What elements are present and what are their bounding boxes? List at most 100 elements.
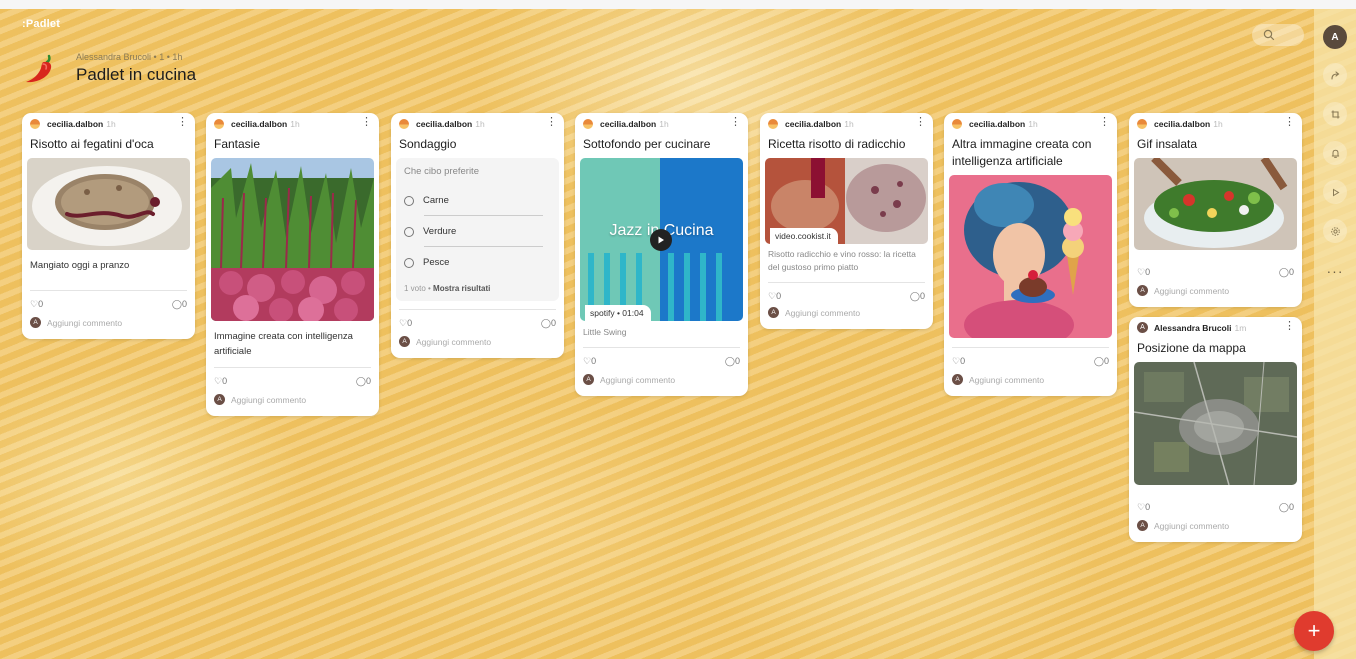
track-name: Little Swing xyxy=(583,327,627,337)
post-menu-icon[interactable]: ⋮ xyxy=(1284,321,1295,332)
add-comment[interactable]: A Aggiungi commento xyxy=(206,394,379,416)
author-avatar xyxy=(214,119,224,129)
commenter-avatar: A xyxy=(30,317,41,328)
comment-count-button[interactable]: ◯0 xyxy=(1094,356,1109,367)
post-title: Fantasie xyxy=(214,137,261,151)
like-button[interactable]: ♡0 xyxy=(214,376,227,387)
padlet-logo[interactable]: :Padlet xyxy=(22,18,60,30)
post-menu-icon[interactable]: ⋮ xyxy=(361,117,372,128)
like-button[interactable]: ♡0 xyxy=(1137,502,1150,513)
post-header: cecilia.dalbon 1h ⋮ xyxy=(575,113,748,133)
right-toolbar: A ··· xyxy=(1314,9,1356,659)
comment-count: 0 xyxy=(1103,356,1109,366)
like-button[interactable]: ♡0 xyxy=(768,291,781,302)
post-menu-icon[interactable]: ⋮ xyxy=(730,117,741,128)
add-post-button[interactable]: + xyxy=(1294,611,1334,651)
commenter-avatar: A xyxy=(1137,520,1148,531)
play-icon xyxy=(1332,188,1339,196)
post-stats: ♡0 ◯0 xyxy=(575,348,748,374)
add-comment[interactable]: A Aggiungi commento xyxy=(575,374,748,396)
settings-button[interactable] xyxy=(1323,219,1347,243)
author-name: cecilia.dalbon xyxy=(47,119,104,129)
add-comment-label: Aggiungi commento xyxy=(1154,286,1230,296)
comment-count-button[interactable]: ◯0 xyxy=(172,299,187,310)
post-stats: ♡0 ◯0 xyxy=(760,283,933,307)
add-comment[interactable]: A Aggiungi commento xyxy=(944,374,1117,396)
post-title: Risotto ai fegatini d'oca xyxy=(30,137,154,151)
add-comment[interactable]: A Aggiungi commento xyxy=(1129,520,1302,542)
post-header: cecilia.dalbon 1h ⋮ xyxy=(944,113,1117,133)
comment-count-button[interactable]: ◯0 xyxy=(1279,502,1294,513)
post-card[interactable]: cecilia.dalbon 1h ⋮ Gif insalata ♡0 ◯0 AA… xyxy=(1129,113,1302,307)
comment-count-button[interactable]: ◯0 xyxy=(541,318,556,329)
show-results-link[interactable]: Mostra risultati xyxy=(433,284,490,293)
post-title: Sottofondo per cucinare xyxy=(583,137,711,151)
post-menu-icon[interactable]: ⋮ xyxy=(1284,117,1295,128)
post-menu-icon[interactable]: ⋮ xyxy=(177,117,188,128)
author-name: cecilia.dalbon xyxy=(1154,119,1211,129)
like-count: 0 xyxy=(776,291,782,301)
post-menu-icon[interactable]: ⋮ xyxy=(1099,117,1110,128)
post-card[interactable]: cecilia.dalbon 1h ⋮ Altra immagine creata… xyxy=(944,113,1117,396)
bell-icon xyxy=(1331,149,1339,158)
poll-question: Che cibo preferite xyxy=(404,166,479,177)
like-count: 0 xyxy=(1145,267,1151,277)
add-comment[interactable]: A Aggiungi commento xyxy=(22,317,195,339)
source-pill: spotify • 01:04 xyxy=(585,305,651,321)
remake-icon xyxy=(1331,110,1339,118)
more-button[interactable]: ··· xyxy=(1323,259,1347,283)
post-image[interactable] xyxy=(949,175,1112,338)
post-card[interactable]: cecilia.dalbon 1h ⋮ Ricetta risotto di ra… xyxy=(760,113,933,329)
comment-count: 0 xyxy=(734,356,740,366)
post-card[interactable]: cecilia.dalbon 1h ⋮ Sondaggio Che cibo pr… xyxy=(391,113,564,358)
add-comment-label: Aggiungi commento xyxy=(600,375,676,385)
post-stats: ♡0 ◯0 xyxy=(22,291,195,317)
post-time: 1m xyxy=(1234,323,1247,333)
like-button[interactable]: ♡0 xyxy=(399,318,412,329)
add-comment-label: Aggiungi commento xyxy=(785,308,861,318)
comment-count-button[interactable]: ◯0 xyxy=(910,291,925,302)
post-gif[interactable] xyxy=(1134,158,1297,250)
post-image[interactable] xyxy=(27,158,190,250)
poll-option[interactable]: Verdure xyxy=(404,216,551,247)
link-preview[interactable]: video.cookist.it xyxy=(765,158,928,244)
salad-gif xyxy=(1134,158,1297,250)
account-avatar[interactable]: A xyxy=(1323,25,1347,49)
add-comment[interactable]: A Aggiungi commento xyxy=(760,307,933,329)
map-embed[interactable] xyxy=(1134,362,1297,485)
like-button[interactable]: ♡0 xyxy=(952,356,965,367)
post-card[interactable]: cecilia.dalbon 1h ⋮ Risotto ai fegatini d… xyxy=(22,113,195,339)
post-menu-icon[interactable]: ⋮ xyxy=(546,117,557,128)
post-card[interactable]: cecilia.dalbon 1h ⋮ Fantasie Immagine cre… xyxy=(206,113,379,416)
comment-count-button[interactable]: ◯0 xyxy=(1279,267,1294,278)
post-menu-icon[interactable]: ⋮ xyxy=(915,117,926,128)
like-button[interactable]: ♡0 xyxy=(1137,267,1150,278)
post-image[interactable] xyxy=(211,158,374,321)
post-header: cecilia.dalbon 1h ⋮ xyxy=(1129,113,1302,133)
post-stats: ♡0 ◯0 xyxy=(944,348,1117,374)
author-avatar xyxy=(768,119,778,129)
like-button[interactable]: ♡0 xyxy=(30,299,43,310)
like-count: 0 xyxy=(38,299,44,309)
poll-option[interactable]: Carne xyxy=(404,185,551,216)
remake-button[interactable] xyxy=(1323,102,1347,126)
poll-option[interactable]: Pesce xyxy=(404,247,551,278)
commenter-avatar: A xyxy=(399,336,410,347)
comment-count-button[interactable]: ◯0 xyxy=(725,356,740,367)
share-button[interactable] xyxy=(1323,63,1347,87)
like-button[interactable]: ♡0 xyxy=(583,356,596,367)
post-card[interactable]: A Alessandra Brucoli 1m ⋮ Posizione da ma… xyxy=(1129,317,1302,542)
spotify-embed[interactable]: Jazz in Cucina spotify • 01:04 xyxy=(580,158,743,321)
commenter-avatar: A xyxy=(1137,285,1148,296)
poll-option-label: Verdure xyxy=(423,226,457,237)
post-card[interactable]: cecilia.dalbon 1h ⋮ Sottofondo per cucina… xyxy=(575,113,748,396)
add-comment[interactable]: A Aggiungi commento xyxy=(391,336,564,358)
slideshow-button[interactable] xyxy=(1323,180,1347,204)
post-title: Altra immagine creata con intelligenza a… xyxy=(952,137,1092,168)
play-button[interactable] xyxy=(650,229,672,251)
search-button[interactable] xyxy=(1252,24,1304,46)
like-count: 0 xyxy=(222,376,228,386)
add-comment[interactable]: A Aggiungi commento xyxy=(1129,285,1302,307)
comment-count-button[interactable]: ◯0 xyxy=(356,376,371,387)
notifications-button[interactable] xyxy=(1323,141,1347,165)
